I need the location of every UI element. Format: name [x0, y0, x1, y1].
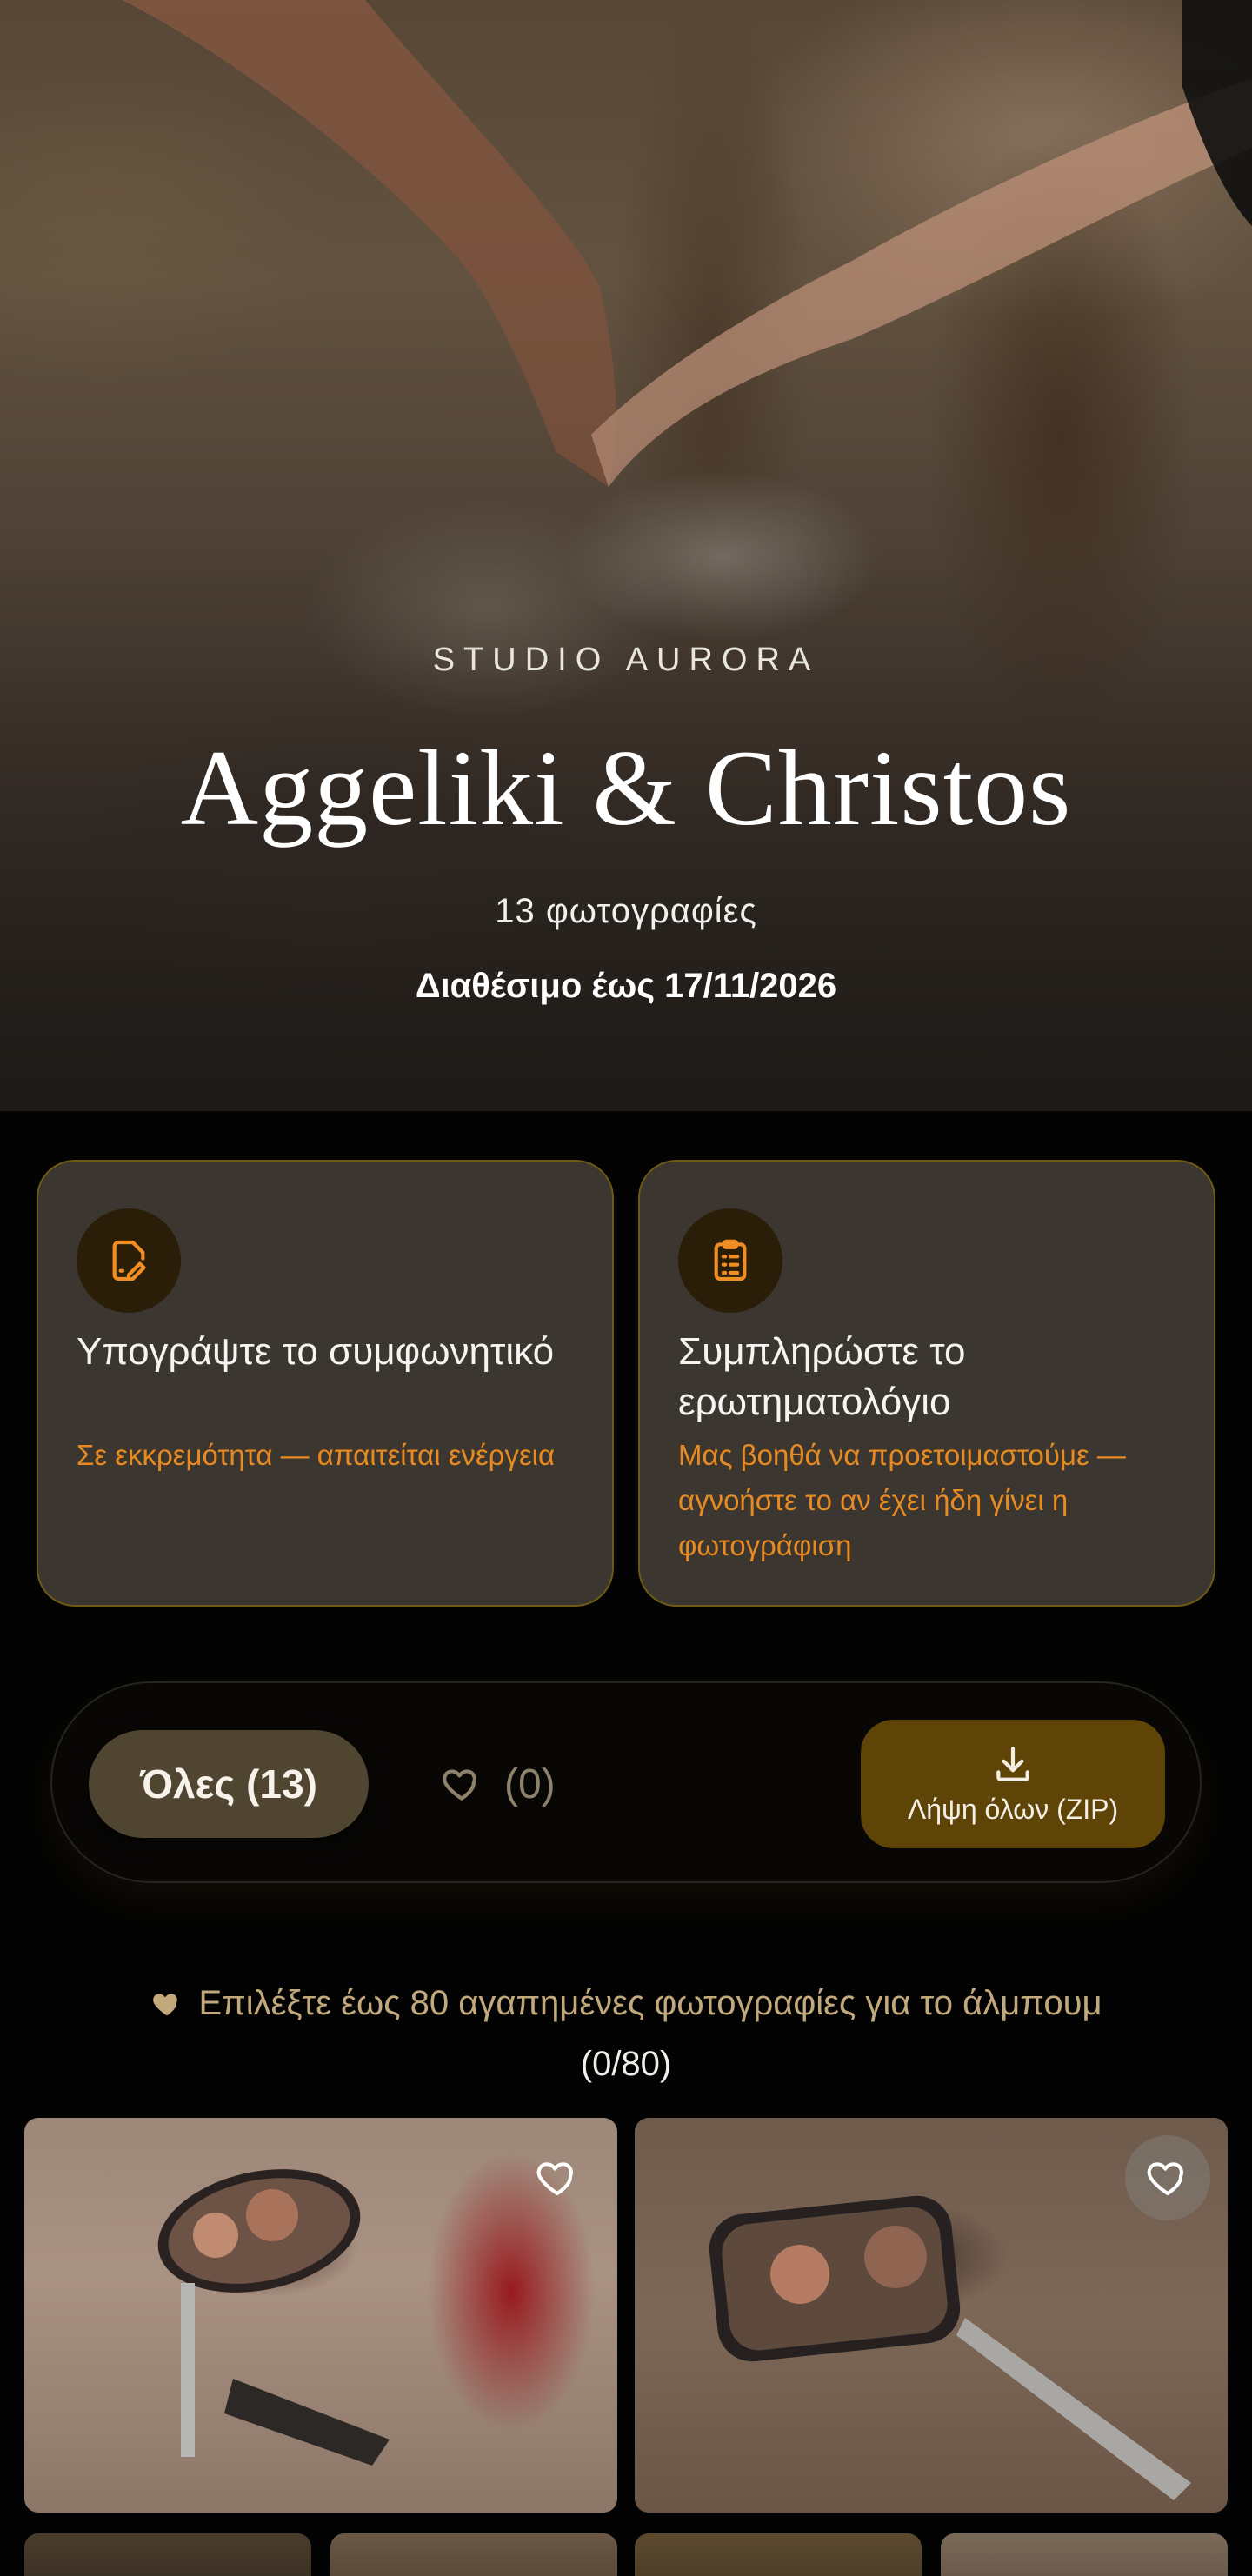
favorites-hint-text: Επιλέξτε έως 80 αγαπημένες φωτογραφίες γ…: [198, 1984, 1102, 2022]
favorites-count: (0): [504, 1761, 556, 1807]
gallery-photo[interactable]: [330, 2533, 617, 2576]
gallery-photo[interactable]: [24, 2533, 311, 2576]
card-title: Συμπληρώστε το ερωτηματολόγιο: [678, 1330, 966, 1423]
favorites-progress: (0/80): [580, 2045, 672, 2083]
card-description: Μας βοηθά να προετοιμαστούμε — αγνοήστε …: [678, 1439, 1126, 1561]
availability-date: Διαθέσιμο έως 17/11/2026: [415, 967, 837, 1005]
gallery-photo[interactable]: [24, 2118, 617, 2513]
heart-icon: [153, 1993, 178, 2015]
hero-banner: STUDIO AURORA Aggeliki & Christos 13 φωτ…: [0, 0, 1252, 1111]
photo-count: 13 φωτογραφίες: [495, 892, 757, 930]
gallery-photo[interactable]: [941, 2533, 1228, 2576]
filter-favorites-button[interactable]: (0): [440, 1730, 556, 1838]
heart-outline-icon: [1147, 2162, 1183, 2196]
favorites-hint: Επιλέξτε έως 80 αγαπημένες φωτογραφίες γ…: [0, 1984, 1252, 2023]
download-icon: [996, 1746, 1029, 1781]
gallery-filter-bar: Όλες (13) (0) Λήψη όλων (ZIP): [50, 1681, 1202, 1883]
sign-contract-card[interactable]: Υπογράψτε το συμφωνητικό Σε εκκρεμότητα …: [37, 1160, 614, 1607]
card-title: Υπογράψτε το συμφωνητικό: [77, 1330, 555, 1373]
favorite-toggle-button[interactable]: [515, 2135, 600, 2220]
gallery-photo[interactable]: [635, 2533, 922, 2576]
gallery-photo[interactable]: [635, 2118, 1228, 2513]
clipboard-list-icon: [678, 1208, 782, 1313]
filter-all-button[interactable]: Όλες (13): [89, 1730, 369, 1838]
download-zip-button[interactable]: Λήψη όλων (ZIP): [861, 1720, 1165, 1848]
gallery-title: Aggeliki & Christos: [180, 729, 1072, 848]
questionnaire-card[interactable]: Συμπληρώστε το ερωτηματολόγιο Μας βοηθά …: [638, 1160, 1215, 1607]
heart-outline-icon: [536, 2162, 573, 2196]
edit-document-icon: [77, 1208, 181, 1313]
favorite-toggle-button[interactable]: [1125, 2135, 1210, 2220]
heart-outline-icon: [443, 1769, 476, 1801]
card-status: Σε εκκρεμότητα — απαιτείται ενέργεια: [77, 1439, 556, 1471]
studio-name: STUDIO AURORA: [432, 642, 820, 678]
download-zip-label: Λήψη όλων (ZIP): [907, 1793, 1119, 1825]
